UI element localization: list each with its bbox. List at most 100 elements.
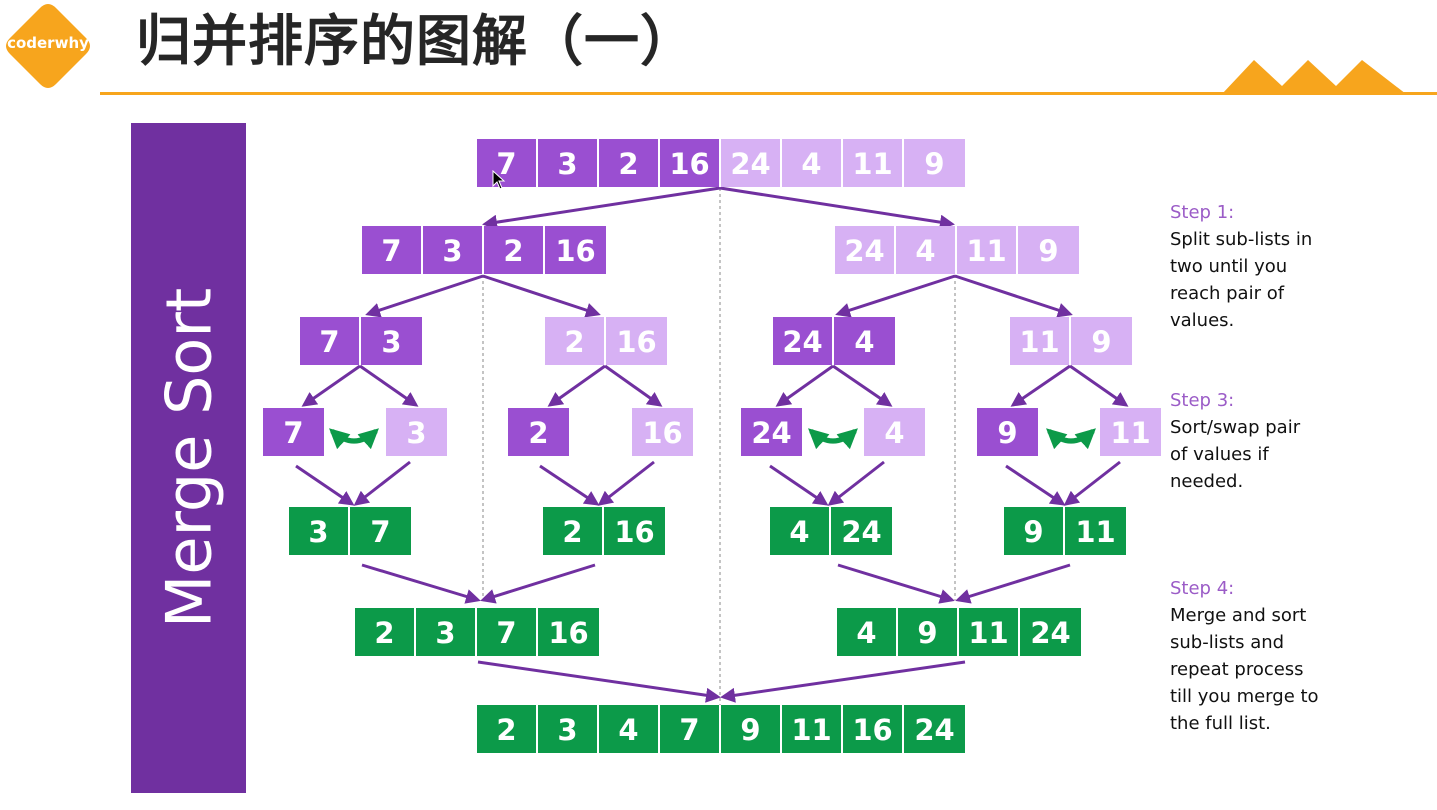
flow-arrow bbox=[1069, 364, 1129, 407]
cell-original: 7 bbox=[477, 139, 538, 187]
cell-single-values: 11 bbox=[1100, 408, 1161, 456]
step-text-line: Sort/swap pair bbox=[1170, 417, 1301, 438]
cell-split-halves: 7 bbox=[362, 226, 423, 274]
cell-sorted-pairs: 7 bbox=[350, 507, 411, 555]
cell-split-pairs: 24 bbox=[773, 317, 834, 365]
cell-final: 4 bbox=[599, 705, 660, 753]
cell-split-halves: 9 bbox=[1018, 226, 1079, 274]
swap-arrow-icon bbox=[808, 428, 858, 450]
flow-arrow bbox=[827, 460, 885, 506]
cell-sorted-pairs: 2 bbox=[543, 507, 604, 555]
cell-split-halves: 16 bbox=[545, 226, 606, 274]
flow-arrow bbox=[301, 364, 361, 407]
cell-sorted-pairs: 4 bbox=[770, 507, 831, 555]
flow-arrow bbox=[1010, 364, 1071, 407]
cell-split-pairs: 4 bbox=[834, 317, 895, 365]
step-block: Step 4: Merge and sort sub-lists and repeat… bbox=[1170, 575, 1430, 737]
step-text-line: two until you bbox=[1170, 256, 1288, 277]
cell-single-values: 7 bbox=[263, 408, 324, 456]
cell-single-values: 3 bbox=[386, 408, 447, 456]
cell-single-values: 24 bbox=[741, 408, 802, 456]
cell-original: 24 bbox=[721, 139, 782, 187]
cell-merged-halves: 3 bbox=[416, 608, 477, 656]
cell-original: 2 bbox=[599, 139, 660, 187]
flow-arrow bbox=[955, 563, 1071, 604]
step-text-line: the full list. bbox=[1170, 713, 1271, 734]
cell-split-halves: 2 bbox=[484, 226, 545, 274]
mouse-cursor-icon bbox=[492, 170, 506, 190]
flow-arrow bbox=[353, 460, 411, 506]
cell-final: 11 bbox=[782, 705, 843, 753]
cell-single-values: 4 bbox=[864, 408, 925, 456]
flow-arrow bbox=[769, 464, 829, 506]
flow-arrow bbox=[597, 460, 655, 506]
step-text-line: needed. bbox=[1170, 471, 1244, 492]
cell-final: 16 bbox=[843, 705, 904, 753]
cell-split-halves: 4 bbox=[896, 226, 957, 274]
cell-merged-halves: 9 bbox=[898, 608, 959, 656]
cell-single-values: 9 bbox=[977, 408, 1038, 456]
step-text-line: values. bbox=[1170, 310, 1235, 331]
cell-final: 3 bbox=[538, 705, 599, 753]
flow-arrow bbox=[775, 364, 834, 407]
cell-split-pairs: 11 bbox=[1010, 317, 1071, 365]
cell-original: 3 bbox=[538, 139, 599, 187]
cell-merged-halves: 4 bbox=[837, 608, 898, 656]
cell-sorted-pairs: 9 bbox=[1004, 507, 1065, 555]
swap-arrow-icon bbox=[329, 428, 379, 450]
flow-arrow bbox=[482, 274, 601, 318]
flow-arrow bbox=[359, 364, 419, 407]
flow-arrow bbox=[832, 364, 893, 407]
flow-arrow bbox=[480, 563, 596, 604]
cell-split-halves: 24 bbox=[835, 226, 896, 274]
cell-merged-halves: 24 bbox=[1020, 608, 1081, 656]
step-text-line: Split sub-lists in bbox=[1170, 229, 1313, 250]
flow-arrow bbox=[539, 464, 600, 506]
cell-final: 7 bbox=[660, 705, 721, 753]
flow-arrow bbox=[604, 364, 663, 407]
flow-arrow bbox=[720, 660, 966, 703]
cell-split-pairs: 9 bbox=[1071, 317, 1132, 365]
cell-final: 24 bbox=[904, 705, 965, 753]
flow-arrow bbox=[1005, 464, 1066, 506]
cell-sorted-pairs: 11 bbox=[1065, 507, 1126, 555]
cell-merged-halves: 2 bbox=[355, 608, 416, 656]
cell-sorted-pairs: 3 bbox=[289, 507, 350, 555]
step-block: Step 3: Sort/swap pair of values if needed. bbox=[1170, 387, 1430, 495]
flow-arrow bbox=[835, 274, 956, 318]
step-text-line: till you merge to bbox=[1170, 686, 1319, 707]
flow-arrow bbox=[365, 274, 484, 318]
cell-split-halves: 11 bbox=[957, 226, 1018, 274]
swap-arrow-icon bbox=[1046, 428, 1096, 450]
cell-merged-halves: 7 bbox=[477, 608, 538, 656]
cell-sorted-pairs: 24 bbox=[831, 507, 892, 555]
cell-final: 2 bbox=[477, 705, 538, 753]
flow-arrow bbox=[954, 274, 1073, 318]
flow-arrow bbox=[477, 660, 721, 703]
flow-arrow bbox=[719, 186, 955, 230]
cell-original: 4 bbox=[782, 139, 843, 187]
flow-arrow bbox=[837, 563, 955, 604]
step-text-line: Merge and sort bbox=[1170, 605, 1307, 626]
step-text-line: reach pair of bbox=[1170, 283, 1285, 304]
step-block: Step 1: Split sub-lists in two until you re… bbox=[1170, 199, 1430, 334]
cell-split-halves: 3 bbox=[423, 226, 484, 274]
step-text-line: sub-lists and bbox=[1170, 632, 1285, 653]
cell-split-pairs: 16 bbox=[606, 317, 667, 365]
cell-single-values: 16 bbox=[632, 408, 693, 456]
step-title: Step 4: bbox=[1170, 578, 1235, 599]
cell-single-values: 2 bbox=[508, 408, 569, 456]
cell-sorted-pairs: 16 bbox=[604, 507, 665, 555]
cell-original: 16 bbox=[660, 139, 721, 187]
step-title: Step 3: bbox=[1170, 390, 1235, 411]
flow-arrow bbox=[295, 464, 355, 506]
cell-original: 9 bbox=[904, 139, 965, 187]
cell-original: 11 bbox=[843, 139, 904, 187]
step-text-line: of values if bbox=[1170, 444, 1269, 465]
flow-arrow bbox=[547, 364, 606, 407]
cell-merged-halves: 16 bbox=[538, 608, 599, 656]
cell-split-pairs: 7 bbox=[300, 317, 361, 365]
flow-arrow bbox=[1063, 460, 1121, 506]
cell-split-pairs: 3 bbox=[361, 317, 422, 365]
cell-final: 9 bbox=[721, 705, 782, 753]
